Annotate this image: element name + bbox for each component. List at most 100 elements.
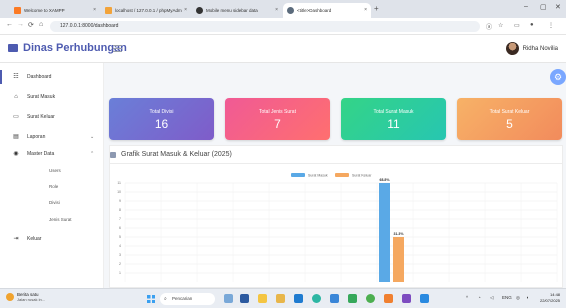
chevron-up-icon: ⌃ xyxy=(90,151,95,157)
more-menu-icon[interactable]: ⋮ xyxy=(548,22,554,29)
sidebar-item-master-data[interactable]: ◉ Master Data ⌃ xyxy=(0,148,104,160)
clock-date: 22/07/2025 xyxy=(540,298,561,303)
inbox-icon: ⌂ xyxy=(14,94,18,100)
sidebar-item-dashboard[interactable]: ☷ Dashboard xyxy=(0,71,104,83)
y-tick-label: 9 xyxy=(119,199,121,203)
taskbar-clock[interactable]: 14:48 22/07/2025 xyxy=(540,292,560,304)
bar-surat-masuk[interactable] xyxy=(379,183,390,282)
sidebar-item-label: Dashboard xyxy=(27,74,52,80)
chart-panel-header: Grafik Surat Masuk & Keluar (2025) xyxy=(110,151,232,158)
report-icon: ▤ xyxy=(13,134,19,140)
reload-icon[interactable]: ⟳ xyxy=(28,21,34,29)
sidebar-item-surat-keluar[interactable]: ▭ Surat Keluar xyxy=(0,111,104,123)
y-tick-label: 2 xyxy=(119,262,121,266)
sidebar-subitem-role[interactable]: Role xyxy=(49,184,58,189)
taskbar-app-icon[interactable] xyxy=(240,294,249,303)
sidebar-subitem-users[interactable]: Users xyxy=(49,168,61,173)
sidebar-item-laporan[interactable]: ▤ Laporan ⌄ xyxy=(0,131,104,143)
bar-surat-keluar[interactable] xyxy=(393,237,404,282)
maximize-icon[interactable]: ▢ xyxy=(540,3,547,11)
tray-network-icon[interactable]: ◔ xyxy=(478,295,481,300)
taskbar-search-input[interactable]: ⌕ Pencarian xyxy=(160,293,215,305)
profile-icon[interactable]: ● xyxy=(530,22,534,28)
browser-tab-xampp[interactable]: Welcome to XAMPP × xyxy=(10,3,100,18)
forward-icon[interactable]: → xyxy=(17,21,24,28)
browser-tab-mobile-menu[interactable]: Mobile menu sidebar data × xyxy=(192,3,282,18)
tray-volume-icon[interactable]: ◁ xyxy=(490,295,493,301)
weather-widget[interactable]: Berita satu Jalan rusak in... xyxy=(6,292,45,302)
y-tick-label: 3 xyxy=(119,253,121,257)
sidebar-subitem-jenis-surat[interactable]: Jenis Surat xyxy=(49,217,72,222)
windows-start-icon[interactable] xyxy=(147,295,155,303)
stat-card-value: 7 xyxy=(274,117,281,131)
home-icon[interactable]: ⌂ xyxy=(39,21,43,28)
close-tab-icon[interactable]: × xyxy=(364,7,367,13)
taskbar-app-icon[interactable] xyxy=(348,294,357,303)
tray-chevron-icon[interactable]: ^ xyxy=(466,295,468,300)
back-icon[interactable]: ← xyxy=(6,21,13,28)
taskbar-app-icon[interactable] xyxy=(330,294,339,303)
legend-label-surat-keluar: Surat Keluar xyxy=(352,174,372,178)
tab-label: <title>Dashboard xyxy=(297,8,332,13)
sidebar-toggle-icon[interactable]: ▭ xyxy=(514,22,520,29)
brand[interactable]: Dinas Perhubungan xyxy=(8,42,127,54)
settings-gear-button[interactable]: ⚙ xyxy=(550,69,566,85)
tray-speaker-icon[interactable]: ◖ xyxy=(526,295,529,300)
translate-icon[interactable]: ⓐ xyxy=(486,22,492,31)
y-tick-label: 8 xyxy=(119,208,121,212)
search-icon: ⌕ xyxy=(164,296,167,302)
chart-grid xyxy=(124,182,558,282)
taskbar-app-icon[interactable] xyxy=(294,294,303,303)
database-icon: ◉ xyxy=(13,151,19,157)
stat-card-total-surat-masuk: Total Surat Masuk 11 xyxy=(341,98,446,140)
tab-label: Mobile menu sidebar data xyxy=(206,8,258,13)
chart-icon xyxy=(110,151,116,158)
sidebar-item-label: Laporan xyxy=(27,134,46,140)
mail-icon xyxy=(8,44,18,52)
close-tab-icon[interactable]: × xyxy=(275,7,278,13)
stat-card-total-jenis-surat: Total Jenis Surat 7 xyxy=(225,98,330,140)
sidebar-item-label: Surat Masuk xyxy=(27,94,56,100)
minimize-icon[interactable]: – xyxy=(524,3,528,10)
hamburger-menu-icon[interactable] xyxy=(113,45,122,52)
sidebar-subitem-divisi[interactable]: Divisi xyxy=(49,200,60,205)
file-explorer-icon[interactable] xyxy=(276,294,285,303)
outbox-icon: ▭ xyxy=(13,114,19,120)
phpmyadmin-favicon-icon xyxy=(105,7,112,14)
close-tab-icon[interactable]: × xyxy=(184,7,187,13)
sidebar-item-keluar[interactable]: ⇥ Keluar xyxy=(0,233,104,245)
taskbar-app-icon[interactable] xyxy=(402,294,411,303)
sidebar-item-surat-masuk[interactable]: ⌂ Surat Masuk xyxy=(0,91,104,103)
taskbar-app-icon[interactable] xyxy=(258,294,267,303)
news-icon xyxy=(6,293,14,301)
bar-data-label: 68.8% xyxy=(380,178,391,182)
chart-bars: 68.8% 31.3% xyxy=(379,178,404,282)
edge-icon[interactable] xyxy=(312,294,321,303)
new-tab-button[interactable]: + xyxy=(374,4,379,13)
close-tab-icon[interactable]: × xyxy=(93,7,96,13)
user-name: Ridha Novilia xyxy=(522,45,558,52)
chart-legend[interactable]: Surat Masuk Surat Keluar xyxy=(291,173,372,178)
url-input[interactable]: 127.0.0.1:8000/dashboard xyxy=(50,21,480,32)
stat-card-title: Total Surat Masuk xyxy=(373,109,414,115)
dashboard-icon: ☷ xyxy=(13,74,19,80)
browser-tab-dashboard[interactable]: <title>Dashboard × xyxy=(283,3,371,18)
taskbar-app-icon[interactable] xyxy=(224,294,233,303)
chrome-icon[interactable] xyxy=(366,294,375,303)
bookmark-star-icon[interactable]: ☆ xyxy=(498,22,503,29)
bar-data-label: 31.3% xyxy=(394,232,405,236)
tray-wifi-icon[interactable]: ◎ xyxy=(516,295,520,301)
vscode-icon[interactable] xyxy=(420,294,429,303)
stat-card-total-divisi: Total Divisi 16 xyxy=(109,98,214,140)
search-placeholder: Pencarian xyxy=(172,296,193,301)
y-tick-label: 5 xyxy=(119,235,121,239)
stat-card-value: 5 xyxy=(506,117,513,131)
user-menu[interactable]: Ridha Novilia xyxy=(505,42,558,55)
browser-tab-phpmyadmin[interactable]: localhost / 127.0.0.1 / phpMyAdm × xyxy=(101,3,191,18)
sidebar-item-label: Master Data xyxy=(27,151,55,157)
taskbar-app-icon[interactable] xyxy=(384,294,393,303)
legend-swatch-surat-keluar xyxy=(335,173,349,177)
stat-card-value: 16 xyxy=(154,117,169,131)
tray-language[interactable]: ENG xyxy=(502,295,512,300)
close-window-icon[interactable]: ✕ xyxy=(555,3,561,11)
